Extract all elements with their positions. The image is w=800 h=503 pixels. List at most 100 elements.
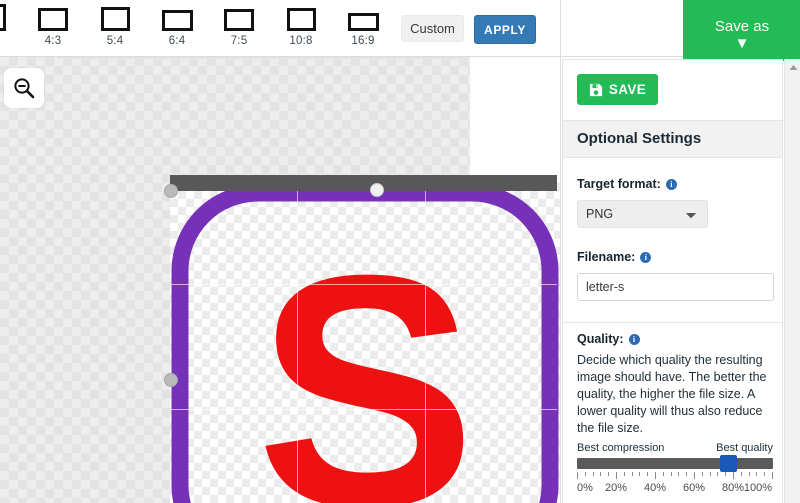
editor-pane: 4:3 5:4 6:4 7:5 10:8 16:9 Custom APPLY S xyxy=(0,0,560,503)
aspect-ratio-4-3[interactable]: 4:3 xyxy=(25,4,81,47)
crop-grid-line-h2 xyxy=(170,409,557,410)
save-button-label: SAVE xyxy=(608,82,647,97)
crop-grid-line-v2 xyxy=(425,191,426,503)
panel-scrollbar[interactable] xyxy=(784,59,800,503)
info-icon[interactable]: i xyxy=(628,333,640,345)
crop-handle-left-top[interactable] xyxy=(164,184,178,198)
letter-s-logo: S xyxy=(171,184,559,503)
slider-tick-minor xyxy=(678,472,679,476)
aspect-ratio-6-4[interactable]: 6:4 xyxy=(149,4,205,47)
svg-text:S: S xyxy=(256,206,476,503)
slider-tick-minor xyxy=(671,472,672,476)
slider-tick-minor xyxy=(608,472,609,476)
slider-tick-minor xyxy=(600,472,601,476)
quality-group: Quality: i Decide which quality the resu… xyxy=(577,332,777,437)
slider-tick-minor xyxy=(725,472,726,476)
slider-tick-minor xyxy=(686,472,687,476)
save-as-button[interactable]: Save as ▼ xyxy=(683,0,800,61)
slider-tick-minor xyxy=(717,472,718,476)
canvas-area[interactable]: S xyxy=(0,57,560,503)
slider-scale-label: 20% xyxy=(604,482,628,494)
aspect-ratio-box-icon xyxy=(100,7,130,31)
slider-tick-minor xyxy=(632,472,633,476)
aspect-ratio-10-8[interactable]: 10:8 xyxy=(273,4,329,47)
triangle-up-icon xyxy=(789,64,797,70)
crop-grid-line-v1 xyxy=(297,191,298,503)
slider-scale-label: 60% xyxy=(682,482,706,494)
aspect-ratio-box-icon xyxy=(286,8,316,31)
quality-label: Quality: i xyxy=(577,332,777,346)
chevron-down-icon: ▼ xyxy=(734,35,750,52)
quality-slider-ticks xyxy=(577,472,773,480)
crop-handle-top-center[interactable] xyxy=(370,183,384,197)
aspect-ratio-box-icon xyxy=(38,8,68,31)
apply-button[interactable]: APPLY xyxy=(474,15,536,44)
floppy-disk-icon xyxy=(589,83,602,96)
scroll-up-button[interactable] xyxy=(785,59,800,75)
slider-end-labels: Best compression Best quality xyxy=(577,442,773,454)
crop-dim-region-top xyxy=(170,175,557,191)
aspect-ratio-label: 6:4 xyxy=(168,35,186,47)
slider-scale-label: 40% xyxy=(643,482,667,494)
slider-tick-minor xyxy=(663,472,664,476)
slider-tick-minor xyxy=(624,472,625,476)
aspect-ratio-box-icon xyxy=(347,13,379,31)
aspect-ratio-toolbar: 4:3 5:4 6:4 7:5 10:8 16:9 Custom APPLY xyxy=(0,0,560,57)
info-icon[interactable]: i xyxy=(640,251,652,263)
target-format-group: Target format: i PNG xyxy=(577,177,708,228)
aspect-ratio-label: 7:5 xyxy=(230,35,248,47)
slider-scale-label: 100% xyxy=(743,482,772,494)
aspect-ratio-5-4[interactable]: 5:4 xyxy=(87,4,143,47)
aspect-ratio-label: 10:8 xyxy=(289,35,313,47)
aspect-ratio-label: 4:3 xyxy=(44,35,62,47)
optional-settings-header: Optional Settings xyxy=(563,120,782,158)
slider-scale-label: 0% xyxy=(577,482,593,494)
aspect-ratio-clipped-icon[interactable] xyxy=(0,4,6,31)
section-divider xyxy=(563,322,782,323)
slider-tick-major xyxy=(616,472,617,479)
image-preview[interactable]: S xyxy=(170,175,560,503)
target-format-label-text: Target format: xyxy=(577,177,661,191)
zoom-out-button[interactable] xyxy=(4,68,44,108)
slider-tick-major xyxy=(733,472,734,479)
filename-input[interactable] xyxy=(577,273,774,301)
slider-tick-minor xyxy=(647,472,648,476)
quality-slider-track[interactable] xyxy=(577,455,773,472)
slider-tick-minor xyxy=(710,472,711,476)
aspect-ratio-7-5[interactable]: 7:5 xyxy=(211,4,267,47)
crop-grid-line-h1 xyxy=(170,284,557,285)
quality-label-text: Quality: xyxy=(577,332,624,346)
optional-settings-title: Optional Settings xyxy=(577,130,702,147)
slider-tick-minor xyxy=(585,472,586,476)
save-as-label: Save as xyxy=(714,18,770,36)
aspect-ratio-label: 5:4 xyxy=(106,35,124,47)
canvas-top-strip xyxy=(58,57,470,59)
slider-tick-minor xyxy=(639,472,640,476)
slider-tick-minor xyxy=(741,472,742,476)
slider-tick-major xyxy=(577,472,578,479)
settings-card: SAVE Optional Settings Target format: i … xyxy=(562,59,783,503)
quality-slider-scale: 0% 20% 40% 60% 80% 100% xyxy=(577,482,773,496)
info-icon[interactable]: i xyxy=(665,178,677,190)
slider-min-label: Best compression xyxy=(577,442,665,454)
slider-tick-minor xyxy=(593,472,594,476)
slider-tick-major xyxy=(655,472,656,479)
target-format-label: Target format: i xyxy=(577,177,708,191)
target-format-select[interactable]: PNG xyxy=(577,200,708,228)
aspect-ratio-label: 16:9 xyxy=(351,35,375,47)
crop-handle-left-middle[interactable] xyxy=(164,373,178,387)
save-button[interactable]: SAVE xyxy=(577,74,658,105)
quality-description: Decide which quality the resulting image… xyxy=(577,353,767,435)
slider-tick-minor xyxy=(764,472,765,476)
image-editor-app: 4:3 5:4 6:4 7:5 10:8 16:9 Custom APPLY S… xyxy=(0,0,800,503)
slider-tick-major xyxy=(772,472,773,479)
aspect-ratio-16-9[interactable]: 16:9 xyxy=(335,4,391,47)
slider-tick-minor xyxy=(702,472,703,476)
quality-slider-group: Best compression Best quality 0% 20% 40% 60… xyxy=(577,442,773,496)
slider-tick-minor xyxy=(756,472,757,476)
quality-slider-thumb[interactable] xyxy=(720,455,737,472)
custom-ratio-button[interactable]: Custom xyxy=(401,15,464,42)
filename-group: Filename: i xyxy=(577,250,774,301)
slider-scale-label: 80% xyxy=(721,482,745,494)
filename-label: Filename: i xyxy=(577,250,774,264)
